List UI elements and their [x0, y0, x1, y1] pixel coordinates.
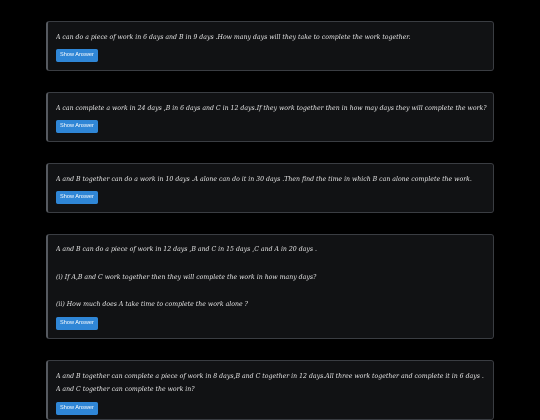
question-text: A and B together can do a work in 10 day… — [56, 176, 472, 183]
question-subpart-ii: (ii) How much does A take time to comple… — [56, 301, 248, 308]
show-answer-button[interactable]: Show Answer — [56, 191, 98, 204]
question-text: A can complete a work in 24 days ,B in 6… — [56, 105, 487, 112]
show-answer-button[interactable]: Show Answer — [56, 49, 98, 62]
question-card-3: A and B together can do a work in 10 day… — [46, 163, 494, 213]
question-card-2: A can complete a work in 24 days ,B in 6… — [46, 92, 494, 142]
question-text-continued: A and C together can complete the work i… — [56, 386, 195, 393]
show-answer-button[interactable]: Show Answer — [56, 402, 98, 415]
show-answer-button[interactable]: Show Answer — [56, 317, 98, 330]
question-text: A and B can do a piece of work in 12 day… — [56, 246, 317, 253]
question-subpart-i: (i) If A,B and C work together then they… — [56, 274, 317, 281]
question-card-1: A can do a piece of work in 6 days and B… — [46, 21, 494, 71]
show-answer-button[interactable]: Show Answer — [56, 120, 98, 133]
question-text: A can do a piece of work in 6 days and B… — [56, 34, 411, 41]
question-text: A and B together can complete a piece of… — [56, 373, 484, 380]
question-card-5: A and B together can complete a piece of… — [46, 360, 494, 420]
question-card-4: A and B can do a piece of work in 12 day… — [46, 234, 494, 339]
